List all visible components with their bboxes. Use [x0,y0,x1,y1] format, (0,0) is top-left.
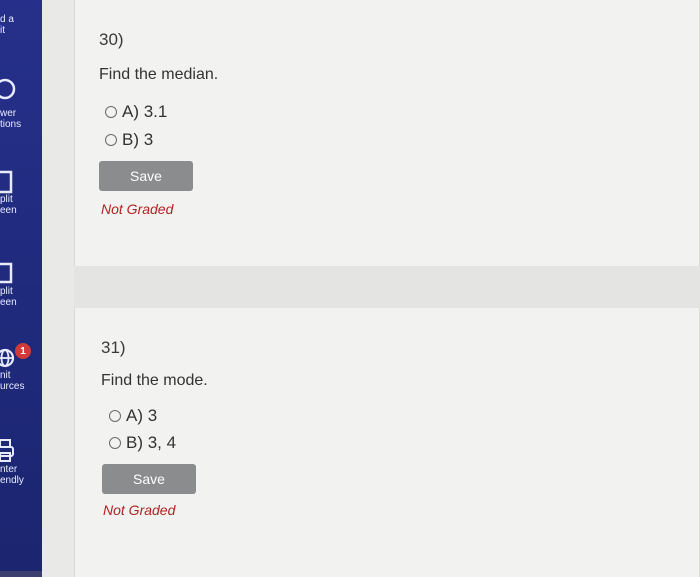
grading-status: Not Graded [103,502,176,518]
question-number: 30) [99,30,124,49]
sidebar-item-label: endly [0,475,24,486]
save-button[interactable]: Save [102,464,196,494]
option-label: B) 3 [122,130,154,149]
answer-option-b[interactable]: B) 3 [105,130,153,150]
sidebar-item-label: it [0,25,5,36]
question-circle-icon [0,78,16,100]
sidebar-item-printer-friendly[interactable]: nter endly [0,438,42,486]
sidebar-item-split-screen-2[interactable]: plit een [0,262,42,308]
sidebar-item-label: wer [0,108,17,119]
sidebar-item-label: urces [0,381,25,392]
answer-option-a[interactable]: A) 3 [109,406,157,426]
radio-button[interactable] [105,106,117,118]
grading-status: Not Graded [101,201,174,217]
split-screen-icon [0,262,13,284]
answer-option-b[interactable]: B) 3, 4 [109,433,176,453]
printer-icon [0,439,14,462]
notification-badge: 1 [15,343,31,359]
question-number: 31) [101,338,126,357]
sidebar-item-label: een [0,205,17,216]
rail-scroll-edge [0,571,42,577]
sidebar-item-label: d a [0,14,14,25]
option-label: A) 3.1 [122,102,168,121]
option-label: B) 3, 4 [126,433,177,452]
sidebar-item-label: een [0,297,17,308]
sidebar-item-unit-resources[interactable]: 1 nit urces [0,343,42,392]
question-card-31: 31) Find the mode. A) 3 B) 3, 4 Save Not… [74,308,700,577]
radio-button[interactable] [109,410,121,422]
sidebar-item-split-screen-1[interactable]: plit een [0,170,42,216]
split-screen-icon [0,170,13,194]
sidebar-item-label: plit [0,286,13,297]
radio-button[interactable] [109,437,121,449]
sidebar-item-answer-questions[interactable]: wer tions [0,78,42,130]
question-divider [74,266,700,308]
left-nav-rail: d a it wer tions plit een plit een 1 nit… [0,0,42,577]
radio-button[interactable] [105,134,117,146]
sidebar-item-label: nit [0,370,11,381]
sidebar-item-label: nter [0,464,18,475]
sidebar-item-top[interactable]: d a it [0,14,42,36]
answer-option-a[interactable]: A) 3.1 [105,102,167,122]
question-card-30: 30) Find the median. A) 3.1 B) 3 Save No… [74,0,700,266]
save-button[interactable]: Save [99,161,193,191]
question-text: Find the mode. [101,372,208,389]
question-text: Find the median. [99,66,219,83]
option-label: A) 3 [126,406,158,425]
sidebar-item-label: plit [0,194,13,205]
sidebar-item-label: tions [0,119,22,130]
